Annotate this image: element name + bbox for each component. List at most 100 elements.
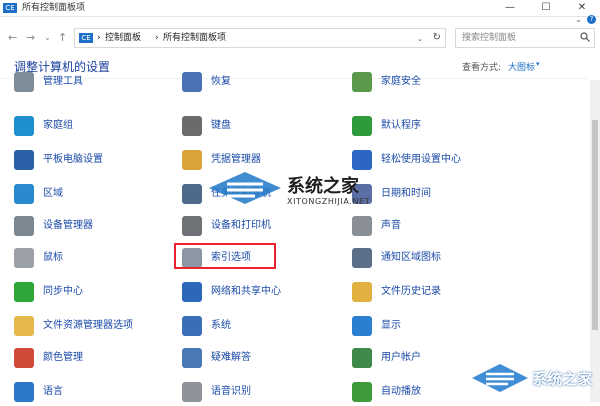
- sync-center-icon: [14, 282, 34, 302]
- item-label: 用户帐户: [381, 352, 421, 363]
- control-panel-item[interactable]: 鼠标: [14, 246, 174, 272]
- control-panel-item[interactable]: 文件历史记录: [352, 280, 512, 306]
- item-label: 文件资源管理器选项: [43, 320, 133, 331]
- item-label: 颜色管理: [43, 352, 83, 363]
- address-dropdown-icon[interactable]: ⌄: [417, 31, 423, 47]
- control-panel-item[interactable]: 语音识别: [182, 380, 342, 406]
- minimize-button[interactable]: —: [492, 0, 528, 16]
- device-manager-icon: [14, 216, 34, 236]
- expand-ribbon-icon[interactable]: ⌄: [575, 15, 582, 24]
- search-placeholder: 搜索控制面板: [462, 33, 517, 43]
- control-panel-item[interactable]: 系统: [182, 314, 342, 340]
- up-arrow-icon[interactable]: ↑: [58, 30, 67, 46]
- item-label: 语音识别: [211, 386, 251, 397]
- highlight-box: [174, 243, 276, 269]
- control-panel-item[interactable]: 声音: [352, 214, 512, 240]
- control-panel-item[interactable]: 通知区域图标: [352, 246, 512, 272]
- speech-icon: [182, 382, 202, 402]
- item-label: 默认程序: [381, 120, 421, 131]
- address-bar[interactable]: CE › 控制面板 › 所有控制面板项 ⌄ ↻: [74, 28, 446, 48]
- control-panel-item[interactable]: 恢复: [182, 70, 342, 96]
- sound-icon: [352, 216, 372, 236]
- scrollbar-thumb[interactable]: [592, 120, 598, 330]
- control-panel-item[interactable]: 语言: [14, 380, 174, 406]
- color-management-icon: [14, 348, 34, 368]
- help-icon[interactable]: ?: [587, 15, 596, 24]
- family-safety-icon: [352, 72, 372, 92]
- address-sep-icon: ›: [97, 33, 101, 43]
- control-panel-item[interactable]: 疑难解答: [182, 346, 342, 372]
- watermark-center-text: 系统之家: [287, 176, 359, 197]
- control-panel-item[interactable]: 区域: [14, 182, 174, 208]
- keyboard-icon: [182, 116, 202, 136]
- control-panel-item[interactable]: 键盘: [182, 114, 342, 140]
- recovery-icon: [182, 72, 202, 92]
- ease-of-access-icon: [352, 150, 372, 170]
- control-panel-item[interactable]: 设备管理器: [14, 214, 174, 240]
- search-icon[interactable]: [580, 32, 590, 42]
- view-by-caret-icon[interactable]: ▾: [536, 60, 540, 68]
- breadcrumb-control-panel[interactable]: 控制面板: [105, 30, 141, 46]
- item-label: 语言: [43, 386, 63, 397]
- item-label: 通知区域图标: [381, 252, 441, 263]
- item-label: 键盘: [211, 120, 231, 131]
- watermark-center: 系统之家 XITONGZHIJIA.NET: [205, 170, 395, 210]
- explorer-options-icon: [14, 316, 34, 336]
- close-button[interactable]: ✕: [564, 0, 600, 16]
- recent-locations-icon[interactable]: ⌄: [44, 30, 51, 46]
- troubleshooting-icon: [182, 348, 202, 368]
- control-panel-item[interactable]: 家庭组: [14, 114, 174, 140]
- control-panel-item[interactable]: 家庭安全: [352, 70, 512, 96]
- control-panel-item[interactable]: 平板电脑设置: [14, 148, 174, 174]
- ribbon-strip: [0, 17, 600, 26]
- item-label: 鼠标: [43, 252, 63, 263]
- autoplay-icon: [352, 382, 372, 402]
- file-history-icon: [352, 282, 372, 302]
- control-panel-item[interactable]: 文件资源管理器选项: [14, 314, 174, 340]
- forward-arrow-icon[interactable]: →: [26, 30, 35, 46]
- homegroup-icon: [14, 116, 34, 136]
- item-label: 凭据管理器: [211, 154, 261, 165]
- devices-printers-icon: [182, 216, 202, 236]
- control-panel-item[interactable]: 显示: [352, 314, 512, 340]
- control-panel-item[interactable]: 同步中心: [14, 280, 174, 306]
- item-label: 管理工具: [43, 76, 83, 87]
- item-label: 设备管理器: [43, 220, 93, 231]
- search-box[interactable]: 搜索控制面板: [455, 28, 595, 48]
- user-accounts-icon: [352, 348, 372, 368]
- view-by-dropdown[interactable]: 大图标: [508, 60, 535, 73]
- item-label: 设备和打印机: [211, 220, 271, 231]
- address-control-panel-icon: CE: [79, 33, 93, 43]
- notification-area-icon: [352, 248, 372, 268]
- tablet-settings-icon: [14, 150, 34, 170]
- vertical-scrollbar[interactable]: [590, 80, 600, 402]
- control-panel-icon: CE: [3, 3, 17, 13]
- control-panel-item[interactable]: 管理工具: [14, 70, 174, 96]
- item-label: 声音: [381, 220, 401, 231]
- item-label: 家庭安全: [381, 76, 421, 87]
- item-label: 系统: [211, 320, 231, 331]
- credential-manager-icon: [182, 150, 202, 170]
- watermark-corner: 系统之家: [470, 362, 594, 398]
- display-icon: [352, 316, 372, 336]
- taskbar-icon: [182, 184, 202, 204]
- control-panel-item[interactable]: 默认程序: [352, 114, 512, 140]
- item-label: 恢复: [211, 76, 231, 87]
- breadcrumb-all-items[interactable]: 所有控制面板项: [163, 30, 226, 46]
- watermark-center-subtext: XITONGZHIJIA.NET: [287, 197, 371, 206]
- item-label: 自动播放: [381, 386, 421, 397]
- item-label: 显示: [381, 320, 401, 331]
- region-icon: [14, 184, 34, 204]
- maximize-button[interactable]: ☐: [528, 0, 564, 16]
- default-programs-icon: [352, 116, 372, 136]
- control-panel-item[interactable]: 颜色管理: [14, 346, 174, 372]
- control-panel-item[interactable]: 设备和打印机: [182, 214, 342, 240]
- window-title: 所有控制面板项: [22, 3, 86, 13]
- mouse-icon: [14, 248, 34, 268]
- network-icon: [182, 282, 202, 302]
- control-panel-item[interactable]: 网络和共享中心: [182, 280, 342, 306]
- watermark-corner-text: 系统之家: [532, 370, 593, 388]
- back-arrow-icon[interactable]: ←: [8, 30, 17, 46]
- refresh-icon[interactable]: ↻: [433, 30, 441, 46]
- address-sep-icon: ›: [155, 33, 159, 43]
